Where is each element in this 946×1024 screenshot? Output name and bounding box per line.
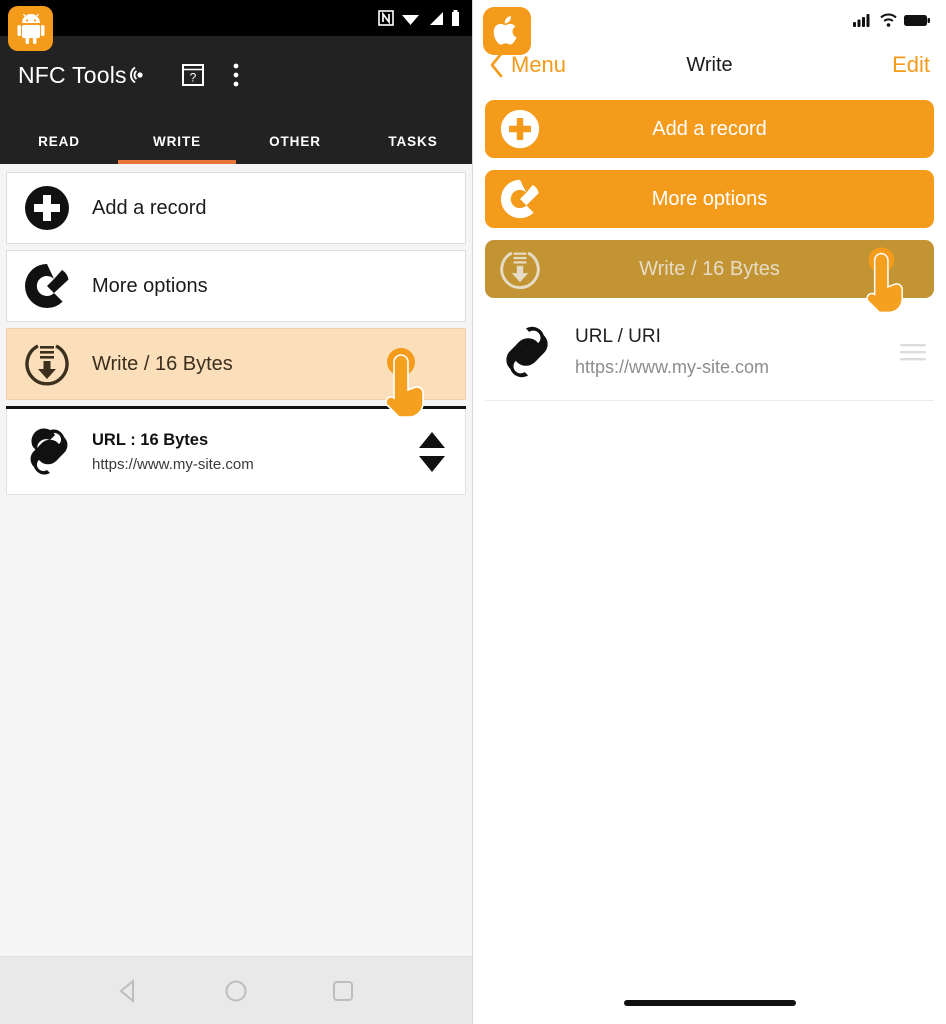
write-download-icon — [500, 251, 540, 290]
pointing-hand-tap-icon — [866, 247, 903, 314]
battery-icon — [904, 14, 930, 26]
edit-button[interactable]: Edit — [892, 52, 930, 78]
ios-write-button[interactable]: Write / 16 Bytes — [485, 240, 934, 314]
ios-more-options-label: More options — [651, 187, 768, 210]
ios-record-subtitle: https://www.my-site.com — [575, 357, 770, 377]
wifi-icon — [402, 14, 419, 25]
wrench-circle-icon — [500, 179, 539, 219]
tab-write[interactable]: WRITE — [118, 134, 236, 164]
svg-text:?: ? — [189, 71, 196, 85]
ios-navigation-bar: Menu Write Edit — [473, 40, 946, 90]
ios-more-options-button[interactable]: More options — [485, 170, 934, 228]
write-download-icon — [25, 344, 69, 386]
up-down-arrows-icon[interactable] — [417, 430, 447, 474]
cellular-signal-icon — [430, 11, 443, 25]
ios-write-label: Write / 16 Bytes — [639, 257, 780, 280]
tab-other[interactable]: OTHER — [236, 134, 354, 164]
page-title: NFC Tools — [18, 61, 127, 88]
tab-tasks[interactable]: TASKS — [354, 134, 472, 164]
wrench-circle-icon — [25, 264, 69, 309]
android-action-icons: ? — [127, 62, 247, 88]
chevron-left-icon — [490, 52, 503, 78]
plus-circle-icon — [500, 109, 540, 149]
wifi-icon — [880, 13, 897, 27]
dual-screenshot-comparison: NFC Tools ? READ WRITE OTHER TASKS Add a… — [0, 0, 946, 1024]
android-record-subtitle: https://www.my-site.com — [92, 455, 254, 473]
ios-record-text: URL / URI https://www.my-site.com — [575, 326, 878, 378]
android-platform-badge — [8, 6, 53, 51]
android-add-record-row[interactable]: Add a record — [6, 172, 466, 244]
help-book-icon[interactable]: ? — [180, 62, 206, 88]
android-status-bar — [0, 0, 472, 36]
nfc-icon — [378, 10, 394, 26]
android-robot-icon — [17, 13, 44, 44]
android-content-area: Add a record More options Write / 16 Byt… — [0, 164, 472, 956]
link-chain-icon — [30, 427, 68, 475]
android-more-options-label: More options — [92, 274, 208, 297]
android-navigation-bar — [0, 956, 472, 1024]
battery-icon — [452, 10, 459, 26]
ios-record-title: URL / URI — [575, 326, 661, 347]
circle-home-icon[interactable] — [223, 978, 249, 1004]
cellular-signal-icon — [853, 14, 870, 27]
android-record-title: URL : 16 Bytes — [92, 430, 209, 449]
android-more-options-row[interactable]: More options — [6, 250, 466, 322]
ios-add-record-button[interactable]: Add a record — [485, 100, 934, 158]
link-chain-icon — [506, 326, 548, 378]
plus-circle-icon — [25, 186, 69, 230]
ios-add-record-label: Add a record — [652, 117, 767, 140]
back-button-label: Menu — [511, 52, 567, 77]
android-phone-screen: NFC Tools ? READ WRITE OTHER TASKS Add a… — [0, 0, 473, 1024]
android-record-text: URL : 16 Bytes https://www.my-site.com — [92, 431, 399, 473]
ios-status-bar — [473, 0, 946, 40]
ios-home-indicator — [473, 1000, 946, 1006]
ios-content-area: Add a record More options Write / 16 Byt… — [473, 90, 946, 1024]
android-app-bar: NFC Tools ? — [0, 36, 472, 114]
back-to-menu-button[interactable]: Menu — [489, 52, 566, 78]
overflow-menu-icon[interactable] — [233, 63, 239, 87]
android-write-label: Write / 16 Bytes — [92, 352, 233, 375]
android-record-row[interactable]: URL : 16 Bytes https://www.my-site.com — [6, 409, 466, 495]
square-recents-icon[interactable] — [330, 978, 356, 1004]
android-app-title-group: NFC Tools — [14, 62, 127, 89]
tab-read[interactable]: READ — [0, 134, 118, 164]
android-add-record-label: Add a record — [92, 196, 207, 219]
ios-phone-screen: Menu Write Edit Add a record More option… — [473, 0, 946, 1024]
android-write-row[interactable]: Write / 16 Bytes — [6, 328, 466, 418]
ios-platform-badge — [483, 7, 531, 55]
reorder-handle-icon[interactable] — [898, 341, 928, 363]
nfc-scan-icon[interactable] — [127, 62, 153, 88]
ios-record-row[interactable]: URL / URI https://www.my-site.com — [485, 310, 934, 401]
triangle-back-icon[interactable] — [116, 978, 142, 1004]
apple-logo-icon — [493, 16, 517, 45]
android-tab-bar: READ WRITE OTHER TASKS — [0, 114, 472, 164]
